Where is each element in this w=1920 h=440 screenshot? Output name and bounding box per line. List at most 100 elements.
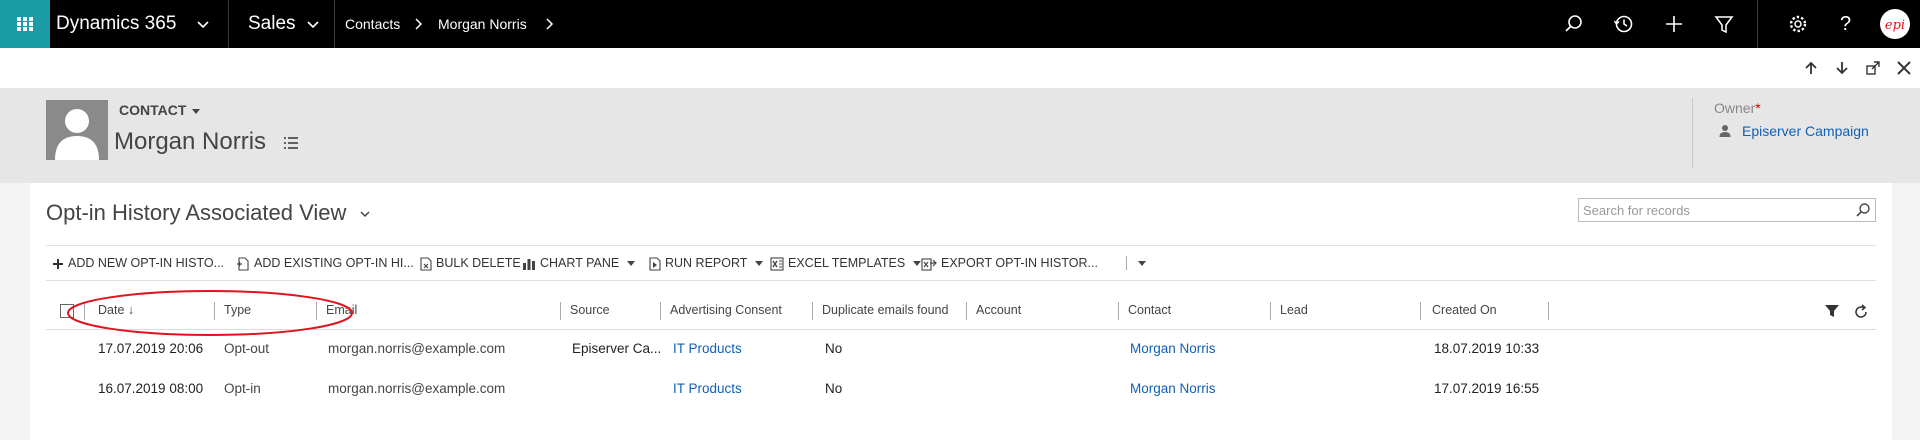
- column-separator: [660, 302, 661, 320]
- chevron-right-icon: [415, 18, 423, 30]
- chevron-down-icon[interactable]: [196, 18, 210, 32]
- refresh-icon[interactable]: [1852, 303, 1870, 321]
- command-divider: [1126, 256, 1127, 270]
- column-header-date[interactable]: Date ↓: [98, 291, 134, 329]
- entity-type-label[interactable]: CONTACT: [119, 102, 201, 118]
- chevron-down-icon[interactable]: [306, 18, 320, 32]
- caret-down-icon: [913, 261, 922, 267]
- left-margin: [0, 183, 30, 440]
- cell-duplicate: No: [825, 341, 843, 356]
- add-new-opt-in-label: ADD NEW OPT-IN HISTO...: [68, 256, 225, 270]
- owner-link[interactable]: Episerver Campaign: [1742, 123, 1869, 139]
- excel-icon: [770, 257, 784, 271]
- breadcrumb-contacts[interactable]: Contacts: [345, 0, 400, 48]
- column-separator: [1420, 302, 1421, 320]
- app-name[interactable]: Dynamics 365: [56, 0, 176, 48]
- column-separator: [1118, 302, 1119, 320]
- form-selector-icon[interactable]: [283, 136, 299, 150]
- caret-down-icon: [1138, 261, 1146, 267]
- add-new-opt-in-button[interactable]: ADD NEW OPT-IN HISTO...: [52, 246, 224, 280]
- new-icon[interactable]: [1658, 8, 1690, 40]
- run-report-label: RUN REPORT: [665, 256, 748, 270]
- table-row[interactable]: 16.07.2019 08:00 Opt-in morgan.norris@ex…: [46, 369, 1876, 409]
- contact-photo[interactable]: [46, 100, 108, 160]
- column-separator: [214, 302, 215, 320]
- column-separator: [560, 302, 561, 320]
- export-icon: [921, 258, 937, 271]
- help-icon[interactable]: ?: [1840, 0, 1851, 48]
- user-avatar[interactable]: epi: [1880, 9, 1910, 39]
- column-header-email[interactable]: Email: [326, 291, 357, 329]
- column-header-duplicate-emails[interactable]: Duplicate emails found: [822, 291, 948, 329]
- cell-email: morgan.norris@example.com: [328, 381, 506, 396]
- recent-icon[interactable]: [1608, 8, 1640, 40]
- table-row[interactable]: 17.07.2019 20:06 Opt-out morgan.norris@e…: [46, 329, 1876, 369]
- user-icon: [1719, 125, 1731, 137]
- cell-source: Episerver Ca...: [572, 341, 662, 356]
- filter-icon[interactable]: [1708, 8, 1740, 40]
- area-name[interactable]: Sales: [248, 0, 296, 48]
- chevron-right-icon[interactable]: [544, 18, 556, 30]
- column-header-lead[interactable]: Lead: [1280, 291, 1308, 329]
- more-commands-button[interactable]: [1130, 246, 1146, 280]
- cell-contact-link[interactable]: Morgan Norris: [1130, 329, 1216, 369]
- bulk-delete-label: BULK DELETE: [436, 256, 521, 270]
- report-icon: [649, 257, 661, 271]
- owner-label-text: Owner: [1714, 100, 1756, 116]
- plus-icon: [53, 258, 63, 269]
- select-all-checkbox[interactable]: [60, 304, 74, 318]
- export-opt-in-history-button[interactable]: EXPORT OPT-IN HISTOR...: [921, 246, 1098, 280]
- close-icon[interactable]: [1894, 58, 1914, 78]
- excel-templates-button[interactable]: EXCEL TEMPLATES: [770, 246, 922, 280]
- column-separator: [84, 302, 85, 320]
- column-header-contact[interactable]: Contact: [1128, 291, 1171, 329]
- chevron-down-icon: [359, 211, 370, 218]
- caret-down-icon: [755, 261, 764, 267]
- bulk-delete-button[interactable]: BULK DELETE: [420, 246, 521, 280]
- add-existing-icon: [237, 257, 249, 271]
- search-input[interactable]: [1583, 201, 1833, 219]
- column-separator: [1270, 302, 1271, 320]
- chart-icon: [523, 259, 535, 271]
- column-header-advertising-consent[interactable]: Advertising Consent: [670, 291, 782, 329]
- command-bar: ADD NEW OPT-IN HISTO... ADD EXISTING OPT…: [46, 245, 1876, 281]
- add-existing-opt-in-button[interactable]: ADD EXISTING OPT-IN HI...: [236, 246, 414, 280]
- chart-pane-button[interactable]: CHART PANE: [522, 246, 636, 280]
- header-divider: [1692, 98, 1693, 168]
- column-separator: [966, 302, 967, 320]
- app-launcher-icon[interactable]: [0, 0, 50, 48]
- column-header-created-on[interactable]: Created On: [1432, 291, 1497, 329]
- arrow-down-icon[interactable]: [1832, 58, 1852, 78]
- caret-down-icon: [192, 108, 201, 114]
- cell-date: 16.07.2019 08:00: [98, 381, 204, 396]
- svg-text:epi: epi: [1885, 18, 1905, 33]
- column-header-source[interactable]: Source: [570, 291, 610, 329]
- column-header-type[interactable]: Type: [224, 291, 251, 329]
- caret-down-icon: [627, 261, 636, 267]
- cell-contact-link[interactable]: Morgan Norris: [1130, 369, 1216, 409]
- arrow-up-icon[interactable]: [1801, 58, 1821, 78]
- search-icon[interactable]: [1855, 202, 1871, 218]
- grid-header: Date ↓ Type Email Source Advertising Con…: [46, 291, 1876, 330]
- associated-view-panel: Opt-in History Associated View ADD NEW O…: [30, 183, 1892, 440]
- run-report-button[interactable]: RUN REPORT: [649, 246, 764, 280]
- filter-icon[interactable]: [1824, 303, 1840, 319]
- cell-duplicate: No: [825, 381, 843, 396]
- top-nav-bar: Dynamics 365 Sales Contacts Morgan Norri…: [0, 0, 1920, 48]
- column-header-account[interactable]: Account: [976, 291, 1021, 329]
- cell-email: morgan.norris@example.com: [328, 341, 506, 356]
- breadcrumb-record[interactable]: Morgan Norris: [438, 0, 527, 48]
- cell-date: 17.07.2019 20:06: [98, 341, 204, 356]
- record-title: Morgan Norris: [114, 128, 299, 156]
- search-icon[interactable]: [1558, 8, 1590, 40]
- entity-type-text: CONTACT: [119, 102, 187, 118]
- add-existing-opt-in-label: ADD EXISTING OPT-IN HI...: [254, 256, 414, 270]
- episerver-logo-icon: epi: [1885, 18, 1905, 33]
- cell-advertising-consent-link[interactable]: IT Products: [673, 369, 742, 409]
- view-title-text: Opt-in History Associated View: [46, 200, 347, 225]
- cell-type: Opt-out: [224, 341, 270, 356]
- cell-advertising-consent-link[interactable]: IT Products: [673, 329, 742, 369]
- view-selector[interactable]: Opt-in History Associated View: [46, 200, 371, 226]
- settings-icon[interactable]: [1782, 8, 1814, 40]
- popout-icon[interactable]: [1863, 58, 1883, 78]
